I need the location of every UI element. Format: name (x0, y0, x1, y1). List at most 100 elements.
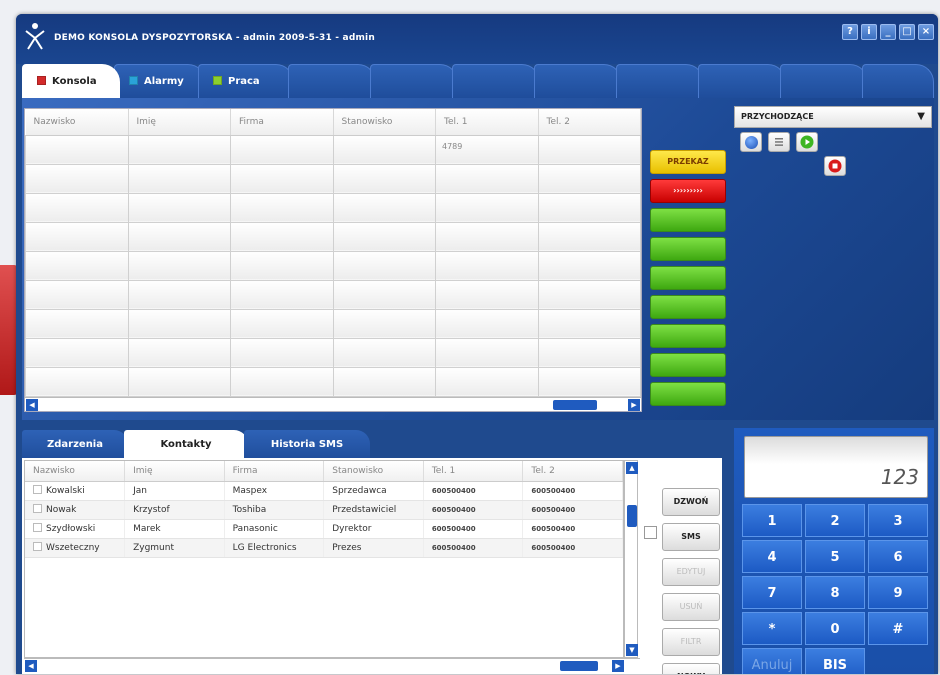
filter-button[interactable]: FILTR (662, 628, 720, 656)
contacts-col-tel2[interactable]: Tel. 2 (522, 461, 623, 482)
line-button-6[interactable] (650, 353, 726, 377)
redial-button[interactable]: BIS (805, 648, 865, 674)
tab-empty-1[interactable] (288, 64, 376, 98)
cancel-button[interactable]: Anuluj (742, 648, 802, 674)
key-2[interactable]: 2 (805, 504, 865, 537)
key-9[interactable]: 9 (868, 576, 928, 609)
contacts-scroll-right-icon[interactable]: ▶ (612, 660, 624, 672)
table-row[interactable] (25, 163, 641, 194)
tab-empty-7[interactable] (780, 64, 868, 98)
contacts-col-stanowisko[interactable]: Stanowisko (323, 461, 424, 482)
scroll-left-icon[interactable]: ◀ (26, 399, 38, 411)
tab-konsola[interactable]: Konsola (22, 64, 120, 98)
tab-kontakty[interactable]: Kontakty (124, 430, 248, 460)
dial-number: 123 (880, 465, 919, 489)
line-button-7[interactable] (650, 382, 726, 406)
tab-empty-5[interactable] (616, 64, 704, 98)
col-firma[interactable]: Firma (230, 109, 334, 136)
list-item[interactable]: Kowalski Jan Maspex Sprzedawca 600500400 6005… (25, 481, 623, 501)
contacts-horizontal-scrollbar[interactable]: ◀ ▶ (24, 658, 640, 672)
help-button[interactable]: ? (842, 24, 858, 40)
answer-button[interactable] (796, 132, 818, 152)
tab-zdarzenia[interactable]: Zdarzenia (22, 430, 128, 460)
vertical-scrollbar[interactable]: ▲ ▼ (624, 460, 638, 658)
tab-empty-6[interactable] (698, 64, 786, 98)
list-item[interactable]: Nowak Krzystof Toshiba Przedstawiciel 600500… (25, 500, 623, 520)
table-row[interactable] (25, 366, 641, 397)
scroll-down-icon[interactable]: ▼ (626, 644, 638, 656)
contacts-col-nazwisko[interactable]: Nazwisko (25, 461, 126, 482)
key-5[interactable]: 5 (805, 540, 865, 573)
contacts-col-tel1[interactable]: Tel. 1 (423, 461, 524, 482)
phone-button[interactable] (740, 132, 762, 152)
col-tel2[interactable]: Tel. 2 (538, 109, 641, 136)
tab-empty-2[interactable] (370, 64, 458, 98)
col-imie[interactable]: Imię (128, 109, 231, 136)
forward-button[interactable]: ››››››››› (650, 179, 726, 203)
info-button[interactable]: i (861, 24, 877, 40)
row-checkbox[interactable] (33, 523, 42, 532)
tab-alarmy[interactable]: Alarmy (114, 64, 206, 98)
contact-cell: Krzystof (124, 500, 225, 520)
contacts-scroll-left-icon[interactable]: ◀ (25, 660, 37, 672)
key-star[interactable]: * (742, 612, 802, 645)
line-button-1[interactable] (650, 208, 726, 232)
line-button-4[interactable] (650, 295, 726, 319)
key-7[interactable]: 7 (742, 576, 802, 609)
minimize-button[interactable]: _ (880, 24, 896, 40)
col-nazwisko[interactable]: Nazwisko (25, 109, 129, 136)
scroll-right-icon[interactable]: ▶ (628, 399, 640, 411)
line-button-5[interactable] (650, 324, 726, 348)
maximize-button[interactable]: □ (899, 24, 915, 40)
table-row[interactable]: 4789 (25, 134, 641, 165)
key-8[interactable]: 8 (805, 576, 865, 609)
tab-empty-8[interactable] (862, 64, 934, 98)
contacts-col-imie[interactable]: Imię (124, 461, 225, 482)
key-0[interactable]: 0 (805, 612, 865, 645)
scroll-up-icon[interactable]: ▲ (626, 462, 638, 474)
tab-historia-sms[interactable]: Historia SMS (244, 430, 370, 460)
key-4[interactable]: 4 (742, 540, 802, 573)
delete-button[interactable]: USUŃ (662, 593, 720, 621)
contacts-col-firma[interactable]: Firma (224, 461, 325, 482)
new-button[interactable]: NOWY (662, 663, 720, 674)
horizontal-scrollbar[interactable]: ◀ ▶ (25, 397, 641, 411)
key-6[interactable]: 6 (868, 540, 928, 573)
przekaz-button[interactable]: PRZEKAZ (650, 150, 726, 174)
table-row[interactable] (25, 250, 641, 281)
tab-praca[interactable]: Praca (198, 64, 294, 98)
key-hash[interactable]: # (868, 612, 928, 645)
scroll-thumb[interactable] (553, 400, 597, 410)
line-button-2[interactable] (650, 237, 726, 261)
table-row[interactable] (25, 221, 641, 252)
vertical-scroll-thumb[interactable] (627, 505, 637, 527)
empty-cell (523, 557, 623, 576)
list-item[interactable]: Szydłowski Marek Panasonic Dyrektor 60050040… (25, 519, 623, 539)
key-3[interactable]: 3 (868, 504, 928, 537)
key-1[interactable]: 1 (742, 504, 802, 537)
tab-empty-4[interactable] (534, 64, 622, 98)
table-row[interactable] (25, 337, 641, 368)
col-stanowisko[interactable]: Stanowisko (333, 109, 436, 136)
hangup-button[interactable] (824, 156, 846, 176)
edit-button[interactable]: EDYTUJ (662, 558, 720, 586)
incoming-dropdown[interactable]: PRZYCHODZĄCE ▼ (734, 106, 932, 128)
list-item[interactable]: Wszeteczny Zygmunt LG Electronics Prezes 600… (25, 538, 623, 558)
row-checkbox[interactable] (33, 504, 42, 513)
row-checkbox[interactable] (33, 542, 42, 551)
table-row[interactable] (25, 308, 641, 339)
sms-button[interactable]: SMS (662, 523, 720, 551)
call-button[interactable]: DZWOŃ (662, 488, 720, 516)
select-checkbox[interactable] (644, 526, 657, 539)
list-button[interactable] (768, 132, 790, 152)
table-row[interactable] (25, 279, 641, 310)
close-button[interactable]: × (918, 24, 934, 40)
contact-cell: Marek (124, 519, 225, 539)
contacts-scroll-thumb[interactable] (560, 661, 598, 671)
tab-empty-3[interactable] (452, 64, 540, 98)
col-tel1[interactable]: Tel. 1 (435, 109, 539, 136)
table-row[interactable] (25, 192, 641, 223)
row-checkbox[interactable] (33, 485, 42, 494)
line-button-3[interactable] (650, 266, 726, 290)
empty-cell (25, 576, 125, 595)
